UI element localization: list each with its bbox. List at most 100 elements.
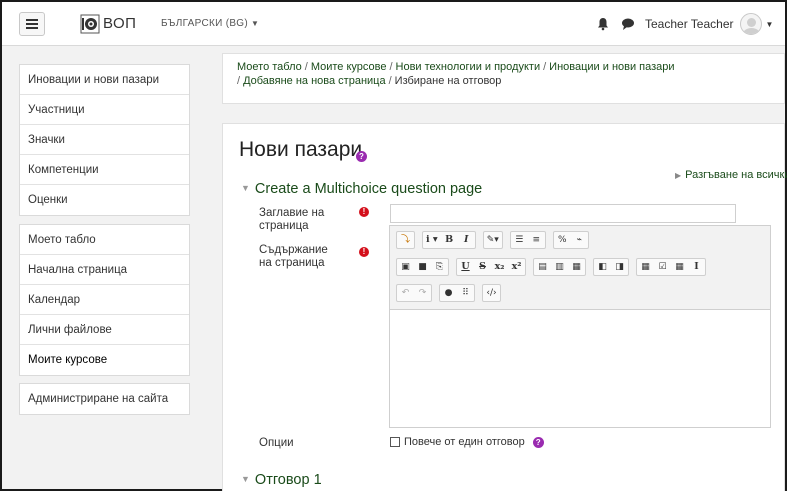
- page-content-label: Съдържание на страница: [259, 244, 328, 269]
- toolbar-group: ▤ ▥ ▦: [533, 258, 586, 276]
- bold-icon[interactable]: B: [441, 232, 458, 248]
- page-title: Нови пазари: [239, 138, 363, 161]
- screenreader-helper-icon[interactable]: ⠿: [457, 285, 474, 301]
- breadcrumb-my-courses[interactable]: Моите курсове: [311, 61, 387, 73]
- toolbar-row-2: ▣ ■ ⎘ U S x₂ x² ▤ ▥ ▦ ◧ ◨ ▦ ☑ ▦ I: [396, 258, 713, 276]
- toolbar-group: ✎▾: [482, 231, 503, 249]
- main-content: Нови пазари ? ▶ Разгъване на всички ▼ Crea…: [222, 123, 787, 491]
- bell-icon[interactable]: [596, 17, 610, 31]
- avatar: [739, 13, 762, 35]
- hamburger-icon: [26, 19, 38, 29]
- sidebar-item-calendar[interactable]: Календар: [20, 285, 189, 315]
- html-icon[interactable]: ‹/›: [483, 285, 500, 301]
- user-name: Teacher Teacher: [645, 17, 734, 31]
- align-center-icon[interactable]: ▥: [551, 259, 568, 275]
- expand-all-link[interactable]: ▶ Разгъване на всички: [675, 169, 787, 181]
- multiple-answers-checkbox-row[interactable]: Повече от един отговор ?: [390, 436, 544, 448]
- sidebar-item-badges[interactable]: Значки: [20, 125, 189, 155]
- breadcrumb-category[interactable]: Нови технологии и продукти: [396, 61, 541, 73]
- breadcrumb-separator: /: [388, 75, 392, 87]
- subscript-icon[interactable]: x₂: [491, 259, 508, 275]
- sidebar-item-participants[interactable]: Участници: [20, 95, 189, 125]
- align-right-icon[interactable]: ▦: [568, 259, 585, 275]
- drawer-toggle-button[interactable]: [19, 12, 45, 36]
- manage-files-icon[interactable]: ⎘: [431, 259, 448, 275]
- editor-content-area[interactable]: [390, 311, 770, 428]
- unordered-list-icon[interactable]: ☰: [511, 232, 528, 248]
- sidebar-item-dashboard[interactable]: Моето табло: [20, 225, 189, 255]
- triangle-down-icon: ▼: [241, 183, 250, 193]
- breadcrumb-course[interactable]: Иновации и нови пазари: [549, 61, 674, 73]
- help-icon[interactable]: ?: [356, 151, 367, 162]
- toolbar-group: ☰ ≡: [509, 231, 546, 249]
- toolbar-group: ‹/›: [482, 284, 501, 302]
- toolbar-group: % ⌁: [552, 231, 589, 249]
- font-size-icon[interactable]: i ▾: [423, 232, 441, 248]
- indent-increase-icon[interactable]: ◨: [611, 259, 628, 275]
- breadcrumb: Моето табло / Моите курсове / Нови технологи…: [237, 60, 777, 88]
- special-char-icon[interactable]: ☑: [654, 259, 671, 275]
- breadcrumb-current: Избиране на отговор: [394, 75, 502, 87]
- section-header-answer-1[interactable]: ▼ Отговор 1: [241, 472, 322, 488]
- image-icon[interactable]: ▣: [397, 259, 414, 275]
- multiple-answers-label: Повече от един отговор: [404, 436, 525, 448]
- redo-icon[interactable]: ↷: [414, 285, 431, 301]
- strikethrough-icon[interactable]: S: [474, 259, 491, 275]
- options-label: Опции: [259, 437, 294, 449]
- accessibility-checker-icon[interactable]: ●: [440, 285, 457, 301]
- caret-down-icon: ▼: [765, 19, 774, 29]
- chat-bubble-icon[interactable]: [621, 17, 635, 31]
- breadcrumb-separator: /: [543, 61, 547, 73]
- breadcrumb-separator: /: [304, 61, 308, 73]
- show-more-buttons-icon[interactable]: ⤵: [397, 232, 414, 248]
- indent-decrease-icon[interactable]: ◧: [594, 259, 611, 275]
- toolbar-group: ▦ ☑ ▦ I: [636, 258, 706, 276]
- language-label: БЪЛГАРСКИ (BG): [161, 18, 249, 29]
- breadcrumb-dashboard[interactable]: Моето табло: [237, 61, 302, 73]
- ordered-list-icon[interactable]: ≡: [528, 232, 545, 248]
- text-color-icon[interactable]: ✎▾: [484, 232, 502, 248]
- sidebar-item-home[interactable]: Начална страница: [20, 255, 189, 285]
- site-logo-icon[interactable]: [80, 14, 100, 34]
- unlink-icon[interactable]: ⌁: [571, 232, 588, 248]
- top-navbar: ВОП БЪЛГАРСКИ (BG) ▼ Teacher Teacher ▼: [2, 2, 785, 46]
- expand-all-label: Разгъване на всички: [685, 169, 787, 181]
- triangle-right-icon: ▶: [675, 171, 682, 180]
- site-nav-block: Моето табло Начална страница Календар Ли…: [19, 224, 190, 376]
- toolbar-row-3: ↶ ↷ ● ⠿ ‹/›: [396, 284, 508, 302]
- site-name[interactable]: ВОП: [103, 15, 136, 32]
- sidebar-item-private-files[interactable]: Лични файлове: [20, 315, 189, 345]
- clear-format-icon[interactable]: I: [688, 259, 705, 275]
- required-icon: !: [359, 247, 369, 257]
- toolbar-group: i ▾ B I: [422, 231, 476, 249]
- editor-toolbar: ⤵ i ▾ B I ✎▾ ☰ ≡ % ⌁ ▣ ■ ⎘ U S x₂ x² ▤ ▥…: [390, 226, 770, 310]
- breadcrumb-separator: /: [389, 61, 393, 73]
- align-left-icon[interactable]: ▤: [534, 259, 551, 275]
- table-icon[interactable]: ▦: [671, 259, 688, 275]
- user-menu[interactable]: Teacher Teacher ▼: [645, 12, 773, 36]
- breadcrumb-region: Моето табло / Моите курсове / Нови технологи…: [222, 53, 785, 104]
- underline-icon[interactable]: U: [457, 259, 474, 275]
- section-header-multichoice[interactable]: ▼ Create a Multichoice question page: [241, 181, 482, 197]
- course-nav-block: Иновации и нови пазари Участници Значки …: [19, 64, 190, 216]
- equation-icon[interactable]: ▦: [637, 259, 654, 275]
- sidebar-item-site-admin[interactable]: Администриране на сайта: [20, 384, 189, 414]
- sidebar-item-competencies[interactable]: Компетенции: [20, 155, 189, 185]
- answer-heading-label: Отговор 1: [254, 472, 322, 488]
- multiple-answers-checkbox[interactable]: [390, 437, 400, 447]
- sidebar-item-course[interactable]: Иновации и нови пазари: [20, 65, 189, 95]
- toolbar-group: ● ⠿: [439, 284, 475, 302]
- breadcrumb-add-page[interactable]: Добавяне на нова страница: [243, 75, 386, 87]
- sidebar-item-my-courses[interactable]: Моите курсове: [20, 345, 189, 375]
- toolbar-group: ▣ ■ ⎘: [396, 258, 449, 276]
- media-icon[interactable]: ■: [414, 259, 431, 275]
- language-menu[interactable]: БЪЛГАРСКИ (BG) ▼: [161, 18, 259, 29]
- italic-icon[interactable]: I: [458, 232, 475, 248]
- sidebar-item-grades[interactable]: Оценки: [20, 185, 189, 215]
- link-icon[interactable]: %: [554, 232, 571, 248]
- section-heading-label: Create a Multichoice question page: [254, 181, 483, 197]
- undo-icon[interactable]: ↶: [397, 285, 414, 301]
- superscript-icon[interactable]: x²: [508, 259, 525, 275]
- page-title-input[interactable]: [390, 204, 736, 223]
- help-icon[interactable]: ?: [532, 436, 544, 448]
